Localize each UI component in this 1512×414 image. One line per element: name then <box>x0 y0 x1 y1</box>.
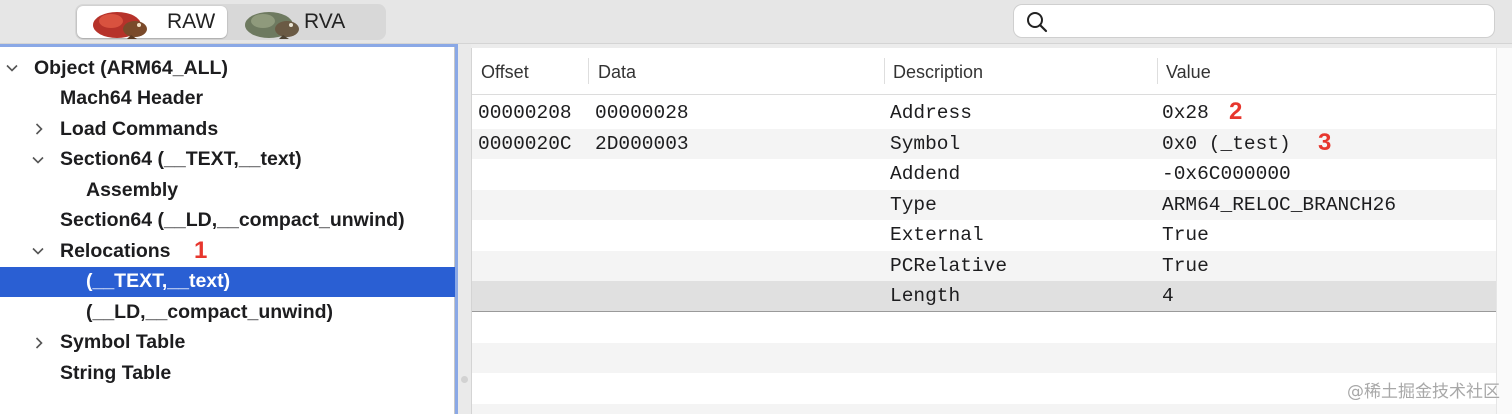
annotation-marker: 2 <box>1229 98 1243 125</box>
tree-item-label: Relocations <box>60 239 171 262</box>
search-field[interactable] <box>1013 4 1495 38</box>
tree-item-label: String Table <box>60 361 172 384</box>
column-header-offset[interactable]: Offset <box>481 62 529 83</box>
chevron-right-icon[interactable] <box>33 123 45 135</box>
table-row-empty <box>472 342 1497 373</box>
table-row[interactable]: External True <box>472 220 1497 251</box>
table-header: Offset Data Description Value <box>472 48 1512 95</box>
divider-handle[interactable] <box>461 376 468 383</box>
table-row[interactable]: 00000208 00000028 Address 0x28 2 <box>472 98 1497 129</box>
tree-item-mach64-header[interactable]: Mach64 Header <box>0 84 455 115</box>
table-row[interactable]: Type ARM64_RELOC_BRANCH26 <box>472 189 1497 220</box>
table-row-selected[interactable]: Length 4 <box>472 281 1497 312</box>
toolbar: RAW RVA <box>0 0 1512 44</box>
tree-item-label: Assembly <box>86 178 179 201</box>
tree-item-label: (__TEXT,__text) <box>86 270 231 293</box>
cell-description: External <box>890 224 984 246</box>
cell-value: 4 <box>1162 285 1174 307</box>
table-row[interactable]: 0000020C 2D000003 Symbol 0x0 (_test) 3 <box>472 128 1497 159</box>
column-header-description[interactable]: Description <box>893 62 983 83</box>
cell-value: -0x6C000000 <box>1162 163 1291 185</box>
chevron-down-icon[interactable] <box>6 62 18 74</box>
tree-item-section64-text[interactable]: Section64 (__TEXT,__text) <box>0 145 455 176</box>
cell-value: 0x28 <box>1162 102 1209 124</box>
cell-data: 00000028 <box>595 102 689 124</box>
annotation-marker: 3 <box>1318 128 1332 156</box>
tree-item-label: Section64 (__TEXT,__text) <box>60 148 302 171</box>
rva-mode-label: RVA <box>304 10 346 33</box>
cell-description: Address <box>890 102 972 124</box>
table-row-empty <box>472 312 1497 343</box>
raw-mode-button[interactable]: RAW <box>77 6 228 39</box>
view-mode-segmented-control: RAW RVA <box>75 4 386 40</box>
detail-table: Offset Data Description Value 00000208 0… <box>471 48 1512 414</box>
cell-offset: 0000020C <box>478 132 572 155</box>
chevron-down-icon[interactable] <box>32 154 44 166</box>
tree-item-label: Section64 (__LD,__compact_unwind) <box>60 209 405 232</box>
tree-item-relocations-compact-unwind[interactable]: (__LD,__compact_unwind) <box>0 297 455 328</box>
raw-mode-label: RAW <box>167 10 216 33</box>
tree-item-label: Mach64 Header <box>60 87 204 110</box>
column-separator[interactable] <box>884 58 885 84</box>
cell-description: Symbol <box>890 132 961 155</box>
table-row-empty <box>472 373 1497 404</box>
cell-description: PCRelative <box>890 254 1008 277</box>
search-icon <box>1027 12 1048 33</box>
cell-description: Addend <box>890 163 961 185</box>
tree-item-object[interactable]: Object (ARM64_ALL) <box>0 53 455 84</box>
cell-value: ARM64_RELOC_BRANCH26 <box>1162 193 1397 216</box>
cell-offset: 00000208 <box>478 102 572 124</box>
table-row[interactable]: PCRelative True <box>472 250 1497 281</box>
column-header-value[interactable]: Value <box>1166 62 1211 83</box>
tree-item-assembly[interactable]: Assembly <box>0 175 455 206</box>
split-view-divider[interactable] <box>458 44 471 414</box>
cell-value: 0x0 (_test) <box>1162 132 1291 155</box>
annotation-marker: 1 <box>194 237 208 264</box>
outline-list: Object (ARM64_ALL) Mach64 Header Load Co… <box>0 47 455 414</box>
table-row-empty <box>472 403 1497 414</box>
rva-mode-button[interactable]: RVA <box>229 6 384 39</box>
vertical-scrollbar[interactable] <box>1496 48 1512 414</box>
watermark: @稀土掘金技术社区 <box>1347 382 1500 402</box>
tree-item-relocations-text[interactable]: (__TEXT,__text) <box>0 266 455 297</box>
cell-description: Type <box>890 193 937 216</box>
search-input[interactable] <box>1056 9 1486 33</box>
green-bird-mascot-icon <box>245 12 300 39</box>
cell-data: 2D000003 <box>595 132 689 155</box>
tree-item-symbol-table[interactable]: Symbol Table <box>0 328 455 359</box>
tree-item-label: Load Commands <box>60 117 219 140</box>
cell-description: Length <box>890 285 961 307</box>
sidebar-outline: Object (ARM64_ALL) Mach64 Header Load Co… <box>0 44 458 414</box>
column-separator[interactable] <box>588 58 589 84</box>
cell-value: True <box>1162 254 1209 277</box>
tree-item-string-table[interactable]: String Table <box>0 358 455 389</box>
tree-item-section64-compact-unwind[interactable]: Section64 (__LD,__compact_unwind) <box>0 206 455 237</box>
tree-item-load-commands[interactable]: Load Commands <box>0 114 455 145</box>
tree-item-relocations[interactable]: Relocations 1 <box>0 236 455 267</box>
cell-value: True <box>1162 224 1209 246</box>
column-header-data[interactable]: Data <box>598 62 636 83</box>
tree-item-label: Symbol Table <box>60 331 186 354</box>
tree-item-label: (__LD,__compact_unwind) <box>86 300 334 323</box>
table-row[interactable]: Addend -0x6C000000 <box>472 159 1497 190</box>
chevron-right-icon[interactable] <box>33 336 45 349</box>
chevron-down-icon[interactable] <box>32 245 44 257</box>
column-separator[interactable] <box>1157 58 1158 84</box>
tree-item-label: Object (ARM64_ALL) <box>34 56 228 79</box>
ruby-bird-mascot-icon <box>93 12 147 39</box>
